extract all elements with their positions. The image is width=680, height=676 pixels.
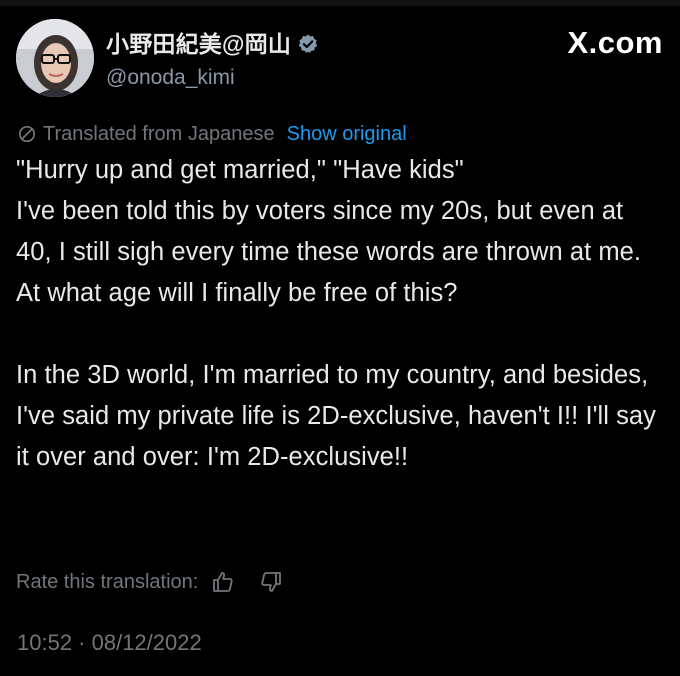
- rate-translation-label: Rate this translation:: [16, 570, 199, 593]
- avatar-image: [16, 19, 94, 97]
- tweet-timestamp[interactable]: 10:52 · 08/12/2022: [17, 628, 202, 658]
- top-divider: [0, 0, 680, 6]
- author-names: 小野田紀美@岡山 @onoda_kimi: [106, 29, 319, 93]
- display-name[interactable]: 小野田紀美@岡山: [106, 29, 291, 59]
- show-original-link[interactable]: Show original: [287, 123, 407, 146]
- thumbs-down-icon[interactable]: [258, 569, 284, 595]
- rate-translation-row: Rate this translation:: [16, 567, 284, 597]
- translated-label: Translated from Japanese: [43, 122, 275, 145]
- translate-icon: [17, 124, 37, 144]
- x-logo: X.com: [567, 25, 663, 60]
- tweet-header: 小野田紀美@岡山 @onoda_kimi X.com: [16, 19, 664, 101]
- thumbs-up-icon[interactable]: [210, 569, 236, 595]
- verified-badge-icon: [297, 33, 319, 55]
- avatar[interactable]: [16, 19, 94, 97]
- translation-bar: Translated from Japanese Show original: [17, 121, 407, 147]
- tweet-text: "Hurry up and get married," "Have kids" …: [16, 156, 656, 471]
- display-name-row: 小野田紀美@岡山: [106, 29, 319, 59]
- author-handle[interactable]: @onoda_kimi: [106, 63, 319, 93]
- tweet-screenshot: 小野田紀美@岡山 @onoda_kimi X.com Translated fr…: [0, 0, 680, 676]
